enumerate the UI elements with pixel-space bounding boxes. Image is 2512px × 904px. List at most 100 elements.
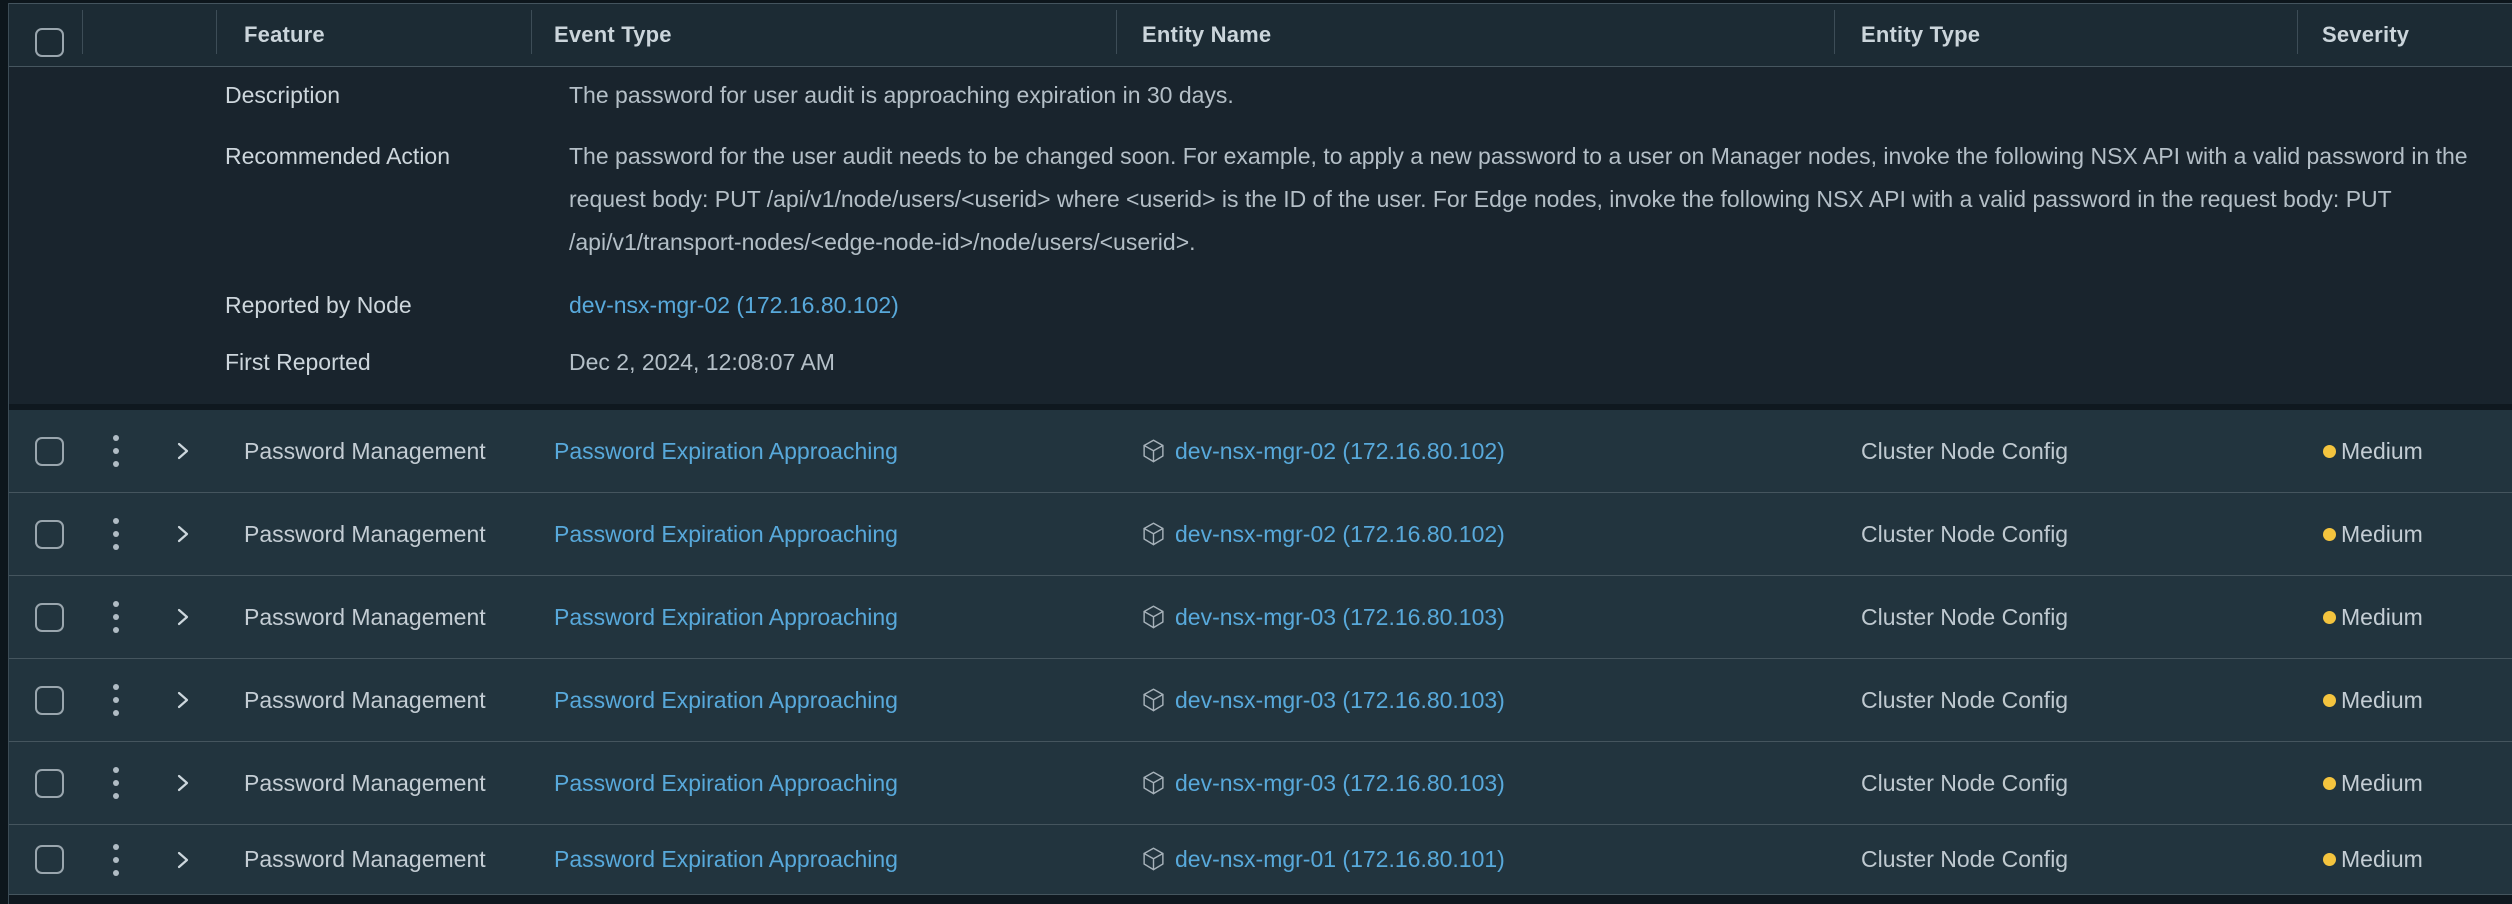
severity-cell: Medium — [2297, 521, 2512, 548]
feature-cell: Password Management — [216, 687, 531, 714]
row-checkbox-cell — [8, 520, 83, 549]
row-actions-cell — [83, 682, 216, 718]
column-header-event-type[interactable]: Event Type — [531, 22, 1116, 48]
entity-name-cell: dev-nsx-mgr-01 (172.16.80.101) — [1116, 845, 1834, 874]
row-checkbox[interactable] — [35, 686, 64, 715]
cube-icon — [1140, 769, 1167, 798]
event-type-link[interactable]: Password Expiration Approaching — [554, 438, 898, 464]
entity-type-cell: Cluster Node Config — [1834, 438, 2297, 465]
entity-type-cell: Cluster Node Config — [1834, 604, 2297, 631]
severity-dot-icon — [2323, 528, 2336, 541]
entity-type-cell: Cluster Node Config — [1834, 846, 2297, 873]
row-menu-button[interactable] — [111, 682, 121, 718]
detail-row-recommended-action: Recommended Action The password for the … — [225, 135, 2512, 264]
first-reported-label: First Reported — [225, 347, 569, 377]
severity-label: Medium — [2341, 846, 2423, 873]
kebab-menu-icon — [113, 614, 119, 620]
column-header-entity-name[interactable]: Entity Name — [1116, 22, 1834, 48]
severity-label: Medium — [2341, 604, 2423, 631]
row-menu-button[interactable] — [111, 433, 121, 469]
row-checkbox-cell — [8, 686, 83, 715]
table-left-border — [8, 3, 9, 904]
select-all-checkbox[interactable] — [35, 28, 64, 57]
kebab-menu-icon — [113, 435, 119, 441]
event-type-link[interactable]: Password Expiration Approaching — [554, 521, 898, 547]
row-menu-button[interactable] — [111, 599, 121, 635]
row-actions-cell — [83, 765, 216, 801]
column-header-severity[interactable]: Severity — [2297, 22, 2512, 48]
entity-name-cell: dev-nsx-mgr-02 (172.16.80.102) — [1116, 437, 1834, 466]
entity-type-cell: Cluster Node Config — [1834, 521, 2297, 548]
row-checkbox[interactable] — [35, 769, 64, 798]
cube-icon — [1140, 686, 1167, 715]
kebab-menu-icon — [113, 544, 119, 550]
kebab-menu-icon — [113, 793, 119, 799]
column-divider — [216, 10, 217, 54]
kebab-menu-icon — [113, 461, 119, 467]
severity-cell: Medium — [2297, 687, 2512, 714]
column-divider — [82, 10, 83, 54]
expand-row-button[interactable] — [173, 606, 193, 628]
entity-name-link[interactable]: dev-nsx-mgr-03 (172.16.80.103) — [1175, 604, 1505, 631]
table-row: Password Management Password Expiration … — [8, 742, 2512, 825]
expand-row-button[interactable] — [173, 849, 193, 871]
row-checkbox[interactable] — [35, 520, 64, 549]
expand-row-button[interactable] — [173, 440, 193, 462]
description-value: The password for user audit is approachi… — [569, 80, 2499, 110]
kebab-menu-icon — [113, 870, 119, 876]
kebab-menu-icon — [113, 767, 119, 773]
severity-label: Medium — [2341, 770, 2423, 797]
event-type-link[interactable]: Password Expiration Approaching — [554, 770, 898, 796]
chevron-right-icon — [173, 772, 193, 794]
expand-row-button[interactable] — [173, 523, 193, 545]
severity-cell: Medium — [2297, 846, 2512, 873]
row-actions-cell — [83, 599, 216, 635]
cube-icon — [1140, 520, 1167, 549]
column-header-entity-type[interactable]: Entity Type — [1834, 22, 2297, 48]
kebab-menu-icon — [113, 844, 119, 850]
chevron-right-icon — [173, 689, 193, 711]
cube-icon — [1140, 845, 1167, 874]
table-row: Password Management Password Expiration … — [8, 493, 2512, 576]
kebab-menu-icon — [113, 531, 119, 537]
kebab-menu-icon — [113, 780, 119, 786]
recommended-action-line: The password for the user audit needs to… — [569, 135, 2499, 178]
event-type-link[interactable]: Password Expiration Approaching — [554, 604, 898, 630]
entity-name-link[interactable]: dev-nsx-mgr-02 (172.16.80.102) — [1175, 438, 1505, 465]
severity-label: Medium — [2341, 687, 2423, 714]
severity-label: Medium — [2341, 521, 2423, 548]
reported-by-node-link[interactable]: dev-nsx-mgr-02 (172.16.80.102) — [569, 292, 899, 318]
table-row: Password Management Password Expiration … — [8, 576, 2512, 659]
alarm-detail-panel: Description The password for user audit … — [8, 67, 2512, 404]
severity-label: Medium — [2341, 438, 2423, 465]
entity-name-link[interactable]: dev-nsx-mgr-03 (172.16.80.103) — [1175, 687, 1505, 714]
row-menu-button[interactable] — [111, 842, 121, 878]
table-row: Password Management Password Expiration … — [8, 825, 2512, 895]
severity-cell: Medium — [2297, 604, 2512, 631]
row-menu-button[interactable] — [111, 516, 121, 552]
expand-row-button[interactable] — [173, 772, 193, 794]
expand-row-button[interactable] — [173, 689, 193, 711]
entity-name-cell: dev-nsx-mgr-03 (172.16.80.103) — [1116, 686, 1834, 715]
row-checkbox-cell — [8, 437, 83, 466]
recommended-action-line: /api/v1/transport-nodes/<edge-node-id>/n… — [569, 221, 2499, 264]
event-type-link[interactable]: Password Expiration Approaching — [554, 846, 898, 872]
row-checkbox[interactable] — [35, 437, 64, 466]
alarms-datagrid: Feature Event Type Entity Name Entity Ty… — [0, 0, 2512, 904]
row-actions-cell — [83, 516, 216, 552]
event-type-link[interactable]: Password Expiration Approaching — [554, 687, 898, 713]
entity-name-link[interactable]: dev-nsx-mgr-02 (172.16.80.102) — [1175, 521, 1505, 548]
kebab-menu-icon — [113, 857, 119, 863]
column-header-feature[interactable]: Feature — [216, 22, 531, 48]
entity-name-link[interactable]: dev-nsx-mgr-03 (172.16.80.103) — [1175, 770, 1505, 797]
severity-cell: Medium — [2297, 770, 2512, 797]
entity-name-link[interactable]: dev-nsx-mgr-01 (172.16.80.101) — [1175, 846, 1505, 873]
chevron-right-icon — [173, 440, 193, 462]
severity-dot-icon — [2323, 777, 2336, 790]
row-checkbox[interactable] — [35, 845, 64, 874]
row-menu-button[interactable] — [111, 765, 121, 801]
feature-cell: Password Management — [216, 604, 531, 631]
kebab-menu-icon — [113, 518, 119, 524]
row-checkbox[interactable] — [35, 603, 64, 632]
feature-cell: Password Management — [216, 438, 531, 465]
